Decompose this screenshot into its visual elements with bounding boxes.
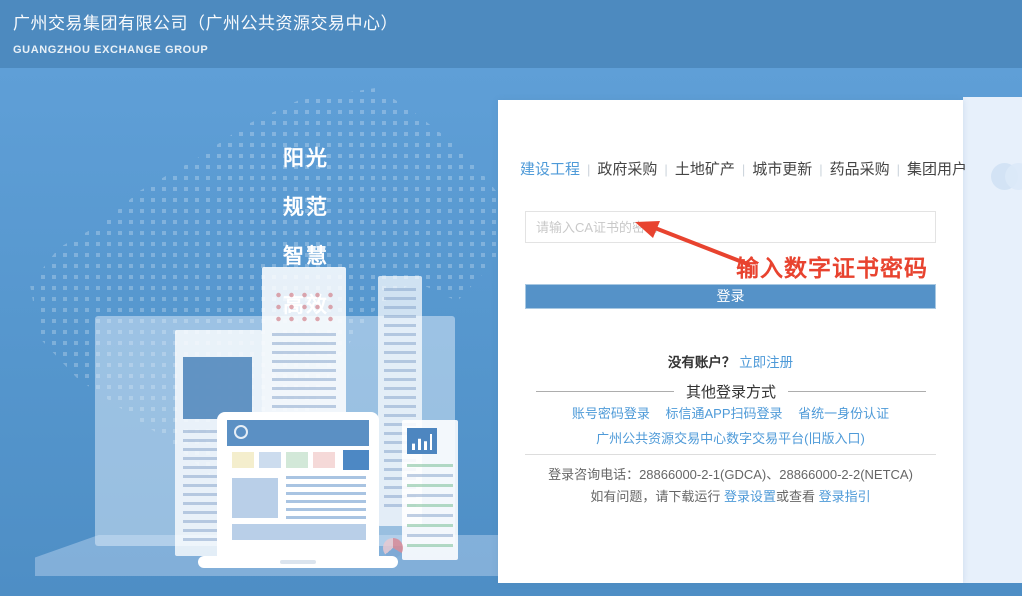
old-platform-link[interactable]: 广州公共资源交易中心数字交易平台(旧版入口)	[596, 431, 865, 446]
other-methods-divider: 其他登录方式	[536, 381, 926, 402]
consult-phone-line: 登录咨询电话：28866000-2-1(GDCA)、28866000-2-2(N…	[498, 464, 963, 483]
bar-chart-icon	[407, 428, 437, 454]
app-scan-login-link[interactable]: 标信通APP扫码登录	[665, 406, 782, 421]
other-login-methods: 账号密码登录 标信通APP扫码登录 省统一身份认证	[498, 403, 963, 422]
laptop-base-graphic	[198, 556, 398, 568]
site-title: 广州交易集团有限公司（广州公共资源交易中心）	[13, 9, 1022, 34]
page: 广州交易集团有限公司（广州公共资源交易中心） GUANGZHOU EXCHANG…	[0, 0, 1022, 596]
provincial-identity-link[interactable]: 省统一身份认证	[798, 406, 889, 421]
chart-document-graphic	[402, 420, 458, 560]
tab-construction[interactable]: 建设工程	[520, 161, 580, 178]
edge-panel	[963, 97, 1022, 583]
tab-land-minerals[interactable]: 土地矿产	[675, 161, 735, 178]
login-settings-link[interactable]: 登录设置	[724, 489, 776, 504]
login-panel: 建设工程|政府采购|土地矿产|城市更新|药品采购|集团用户 登录 没有账户？ 立…	[498, 100, 963, 583]
register-row: 没有账户？ 立即注册	[498, 351, 963, 371]
site-subtitle: GUANGZHOU EXCHANGE GROUP	[13, 44, 1022, 56]
login-guide-link[interactable]: 登录指引	[819, 489, 871, 504]
tab-group-user[interactable]: 集团用户	[907, 161, 967, 178]
login-button[interactable]: 登录	[525, 284, 936, 309]
account-password-login-link[interactable]: 账号密码登录	[572, 406, 650, 421]
browser-logo-icon	[234, 425, 248, 439]
help-line: 如有问题，请下载运行 登录设置或查看 登录指引	[498, 486, 963, 505]
site-header: 广州交易集团有限公司（广州公共资源交易中心） GUANGZHOU EXCHANG…	[0, 0, 1022, 68]
tab-government-procurement[interactable]: 政府采购	[597, 161, 657, 178]
other-methods-title: 其他登录方式	[686, 381, 776, 402]
no-account-label: 没有账户？	[668, 355, 736, 370]
tab-drug-procurement[interactable]: 药品采购	[830, 161, 890, 178]
footer-divider	[525, 454, 936, 455]
register-link[interactable]: 立即注册	[739, 355, 793, 370]
login-tab-bar: 建设工程|政府采购|土地矿产|城市更新|药品采购|集团用户	[520, 158, 950, 179]
annotation-text: 输入数字证书密码	[736, 249, 928, 283]
ca-password-input[interactable]	[525, 211, 936, 243]
pie-chart-icon	[383, 538, 403, 558]
tab-urban-renewal[interactable]: 城市更新	[752, 161, 812, 178]
laptop-screen-graphic	[217, 412, 379, 559]
